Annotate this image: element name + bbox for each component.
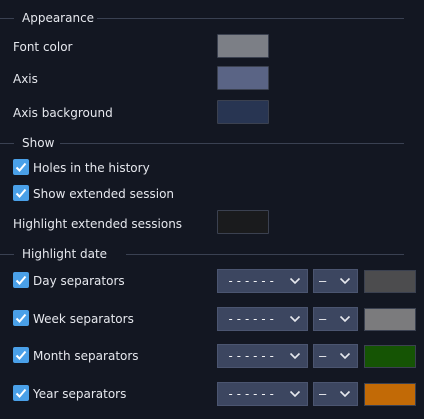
year-separators-label: Year separators (33, 387, 127, 401)
day-color-swatch[interactable] (364, 270, 416, 293)
holes-label: Holes in the history (33, 161, 150, 175)
chevron-down-icon (289, 352, 301, 360)
holes-checkbox[interactable] (13, 159, 29, 175)
checkmark-icon (15, 162, 27, 172)
checkmark-icon (15, 350, 27, 360)
day-line-style-select[interactable]: ------ (217, 269, 308, 293)
year-line-style-select[interactable]: ------ (217, 382, 308, 406)
axis-color-swatch[interactable] (217, 66, 269, 90)
year-line-width-select[interactable]: — (313, 382, 358, 406)
checkmark-icon (15, 188, 27, 198)
extended-session-checkbox[interactable] (13, 185, 29, 201)
section-title-appearance: Appearance (22, 11, 95, 25)
chevron-down-icon (289, 277, 301, 285)
month-line-style-select[interactable]: ------ (217, 344, 308, 368)
font-color-label: Font color (13, 40, 73, 54)
section-title-highlight-date: Highlight date (22, 247, 108, 261)
week-line-style-select[interactable]: ------ (217, 307, 308, 331)
section-title-show: Show (22, 136, 55, 150)
chevron-down-icon (339, 390, 351, 398)
year-color-swatch[interactable] (364, 383, 416, 406)
checkmark-icon (15, 388, 27, 398)
chevron-down-icon (289, 315, 301, 323)
axis-background-label: Axis background (13, 106, 113, 120)
day-separators-checkbox[interactable] (13, 272, 29, 288)
week-separators-checkbox[interactable] (13, 310, 29, 326)
month-line-width-select[interactable]: — (313, 344, 358, 368)
year-separators-checkbox[interactable] (13, 385, 29, 401)
section-show: Show (0, 136, 404, 150)
day-separators-label: Day separators (33, 274, 125, 288)
section-highlight-date: Highlight date (0, 247, 404, 261)
chevron-down-icon (339, 352, 351, 360)
extended-session-label: Show extended session (33, 187, 175, 201)
month-separators-label: Month separators (33, 349, 139, 363)
week-separators-label: Week separators (33, 312, 134, 326)
axis-label: Axis (13, 72, 38, 86)
checkmark-icon (15, 275, 27, 285)
week-color-swatch[interactable] (364, 308, 416, 331)
chevron-down-icon (339, 277, 351, 285)
week-line-width-select[interactable]: — (313, 307, 358, 331)
month-color-swatch[interactable] (364, 345, 416, 368)
highlight-extended-label: Highlight extended sessions (13, 217, 183, 231)
section-appearance: Appearance (0, 11, 404, 25)
font-color-swatch[interactable] (217, 34, 269, 58)
checkmark-icon (15, 313, 27, 323)
month-separators-checkbox[interactable] (13, 347, 29, 363)
chevron-down-icon (339, 315, 351, 323)
day-line-width-select[interactable]: — (313, 269, 358, 293)
chevron-down-icon (289, 390, 301, 398)
axis-background-swatch[interactable] (217, 100, 269, 124)
highlight-extended-swatch[interactable] (217, 210, 269, 234)
